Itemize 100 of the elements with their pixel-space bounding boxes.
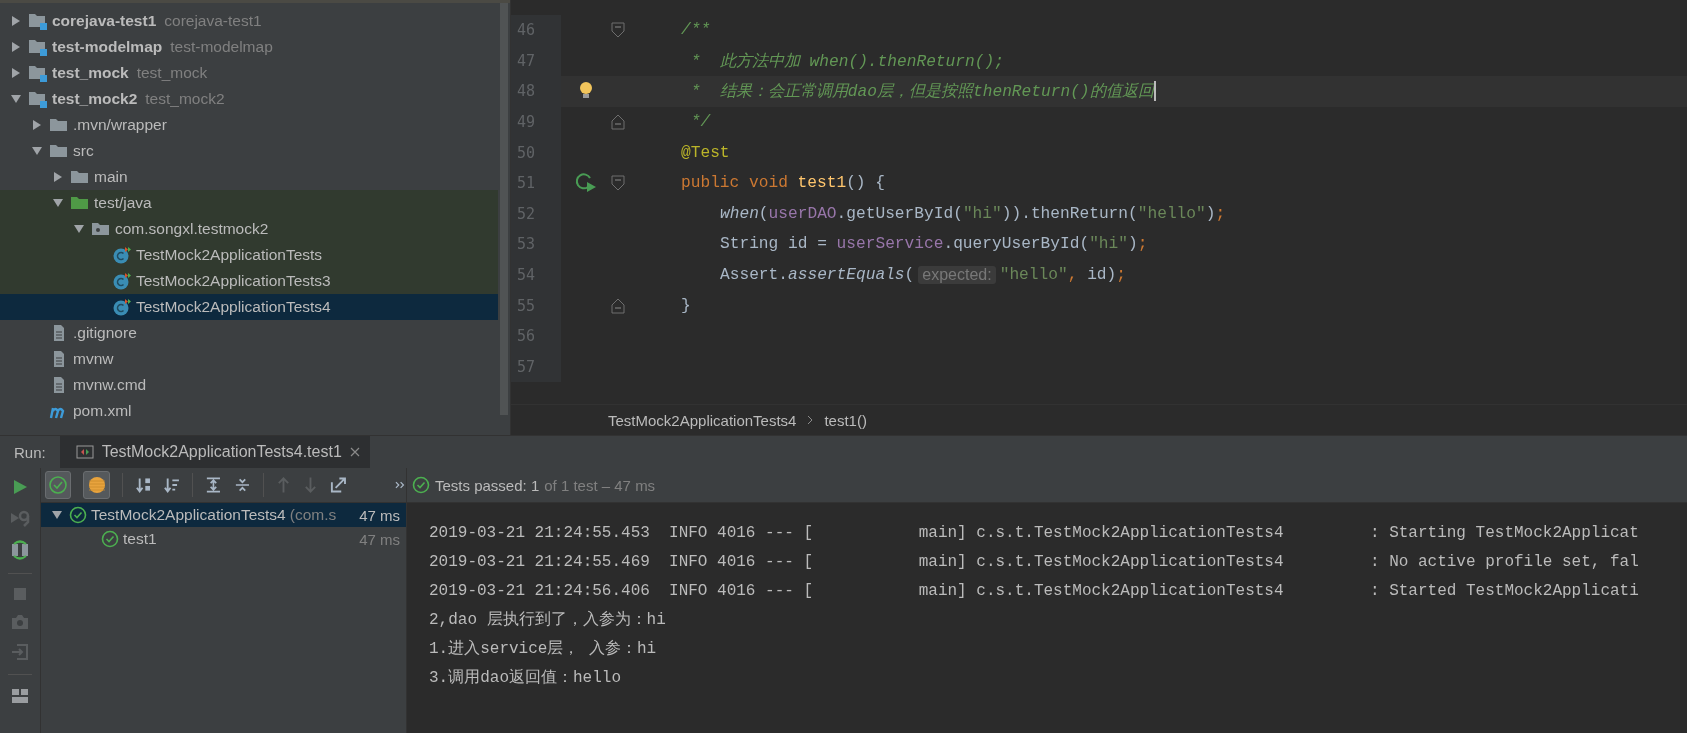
- code-token: ;: [1137, 235, 1148, 254]
- console-line: 2019-03-21 21:24:56.406 INFO 4016 --- [ main] c.s.t.TestMock2ApplicationTests4 : Started TestMock2Applicati: [429, 581, 1640, 602]
- text-caret: [1153, 81, 1156, 102]
- tree-label: mvnw.cmd: [73, 376, 147, 394]
- code-token: assertEquals: [788, 266, 905, 285]
- tree-label: test-modelmap: [52, 38, 163, 56]
- code-token: String id =: [720, 235, 828, 254]
- check-circle-icon: [48, 475, 69, 495]
- code-token: id): [1087, 266, 1117, 285]
- code-token: () {: [846, 174, 885, 193]
- tree-item[interactable]: main: [0, 164, 498, 190]
- fold-marker-icon[interactable]: [611, 114, 625, 131]
- expand-arrow-icon[interactable]: [73, 223, 85, 235]
- expand-all-icon[interactable]: [205, 476, 223, 494]
- tree-label: corejava-test1: [52, 12, 157, 30]
- code-token: Assert.: [720, 266, 788, 285]
- run-tab[interactable]: TestMock2ApplicationTests4.test1: [59, 436, 370, 468]
- module-path: test_mock2: [145, 90, 225, 108]
- tree-item[interactable]: src: [0, 138, 498, 164]
- tree-label: TestMock2ApplicationTests3: [136, 272, 331, 290]
- code-token: @Test: [681, 143, 730, 162]
- module-path: test_mock: [136, 64, 208, 82]
- tree-item[interactable]: .gitignore: [0, 320, 498, 346]
- tree-label: com.songxl.testmock2: [115, 220, 269, 238]
- run-test-icon[interactable]: [575, 172, 597, 195]
- tree-item[interactable]: test-modelmap test-modelmap: [0, 34, 498, 60]
- test-duration: 47 ms: [359, 530, 401, 548]
- tree-label: mvnw: [73, 350, 114, 368]
- test-run-icon: [75, 444, 94, 460]
- console-line: 2019-03-21 21:24:55.469 INFO 4016 --- [ main] c.s.t.TestMock2ApplicationTests4 : No active profile set, fal: [429, 552, 1640, 573]
- fold-marker-icon[interactable]: [611, 175, 625, 192]
- fold-marker-icon[interactable]: [611, 22, 625, 39]
- run-icon[interactable]: [11, 478, 29, 496]
- code-token: public void: [681, 174, 789, 193]
- folder-icon: [70, 168, 90, 186]
- code-token: */: [689, 113, 711, 132]
- expand-arrow-icon[interactable]: [31, 145, 43, 157]
- code-token: }: [681, 296, 691, 315]
- collapse-all-icon[interactable]: [234, 476, 251, 494]
- tree-item[interactable]: test_mock2 test_mock2: [0, 86, 498, 112]
- show-ignored-toggle[interactable]: [83, 471, 110, 499]
- layout-icon[interactable]: [11, 688, 29, 704]
- tree-label: pom.xml: [73, 402, 132, 420]
- tree-item[interactable]: TestMock2ApplicationTests3: [0, 268, 498, 294]
- test-passed-icon: [412, 476, 430, 494]
- close-icon[interactable]: [349, 447, 360, 457]
- code-token: test1: [797, 174, 847, 193]
- breadcrumb-item[interactable]: TestMock2ApplicationTests4: [608, 411, 797, 429]
- tree-label: main: [94, 168, 128, 186]
- module-folder-icon: [28, 90, 48, 108]
- code-token: .queryUserById(: [943, 235, 1090, 254]
- more-icon[interactable]: [394, 480, 406, 490]
- expand-arrow-icon[interactable]: [10, 67, 22, 79]
- fold-marker-icon[interactable]: [611, 297, 625, 314]
- test-passed-icon: [69, 506, 87, 524]
- code-token: )).thenReturn(: [1001, 204, 1138, 223]
- test-name: test1: [123, 530, 157, 548]
- tree-item[interactable]: corejava-test1 corejava-test1: [0, 8, 498, 34]
- expand-arrow-icon[interactable]: [51, 509, 63, 521]
- tree-item[interactable]: mvnw: [0, 346, 498, 372]
- expand-arrow-icon[interactable]: [52, 197, 64, 209]
- code-token: ): [1205, 204, 1216, 223]
- export-icon[interactable]: [329, 476, 347, 494]
- run-label: Run:: [13, 443, 47, 461]
- tree-label: test/java: [94, 194, 152, 212]
- expand-arrow-icon[interactable]: [10, 93, 22, 105]
- expand-arrow-icon[interactable]: [10, 15, 22, 27]
- code-token: (: [904, 266, 915, 285]
- tree-label: TestMock2ApplicationTests4: [136, 298, 331, 316]
- code-token: * 结果：会正常调用dao层，但是按照thenReturn()的值返回: [689, 81, 1154, 103]
- test-duration: 47 ms: [359, 506, 401, 524]
- code-token: "hi": [1089, 235, 1128, 254]
- expand-arrow-icon[interactable]: [10, 41, 22, 53]
- expand-arrow-icon[interactable]: [52, 171, 64, 183]
- module-path: test-modelmap: [170, 38, 273, 56]
- tests-passed-detail: of 1 test – 47 ms: [544, 476, 656, 494]
- test-node[interactable]: test1 47 ms: [41, 527, 406, 551]
- module-path: corejava-test1: [164, 12, 262, 30]
- package-folder-icon: [91, 220, 111, 238]
- show-passed-toggle[interactable]: [45, 471, 72, 499]
- tree-item[interactable]: TestMock2ApplicationTests4: [0, 294, 498, 320]
- tree-item[interactable]: pom.xml: [0, 398, 498, 424]
- tree-item[interactable]: com.songxl.testmock2: [0, 216, 498, 242]
- tree-item[interactable]: .mvn/wrapper: [0, 112, 498, 138]
- sort-by-duration-icon[interactable]: [163, 476, 181, 494]
- breadcrumb-item[interactable]: test1(): [824, 411, 867, 429]
- code-token: * 此方法中加 when().thenReturn();: [689, 51, 1004, 72]
- test-node[interactable]: TestMock2ApplicationTests4 (com.s 47 ms: [41, 503, 406, 527]
- code-token: /**: [681, 21, 711, 40]
- sort-alphabetically-icon[interactable]: [134, 476, 152, 494]
- toggle-auto-test-icon[interactable]: [10, 540, 30, 560]
- tree-item[interactable]: test/java: [0, 190, 498, 216]
- folder-icon: [49, 116, 69, 134]
- expand-arrow-icon[interactable]: [31, 119, 43, 131]
- code-token: ;: [1116, 266, 1126, 285]
- console-line: 1.进入service层， 入参：hi: [429, 639, 658, 660]
- tree-item[interactable]: TestMock2ApplicationTests: [0, 242, 498, 268]
- tree-item[interactable]: mvnw.cmd: [0, 372, 498, 398]
- test-passed-icon: [101, 530, 119, 548]
- tree-item[interactable]: test_mock test_mock: [0, 60, 498, 86]
